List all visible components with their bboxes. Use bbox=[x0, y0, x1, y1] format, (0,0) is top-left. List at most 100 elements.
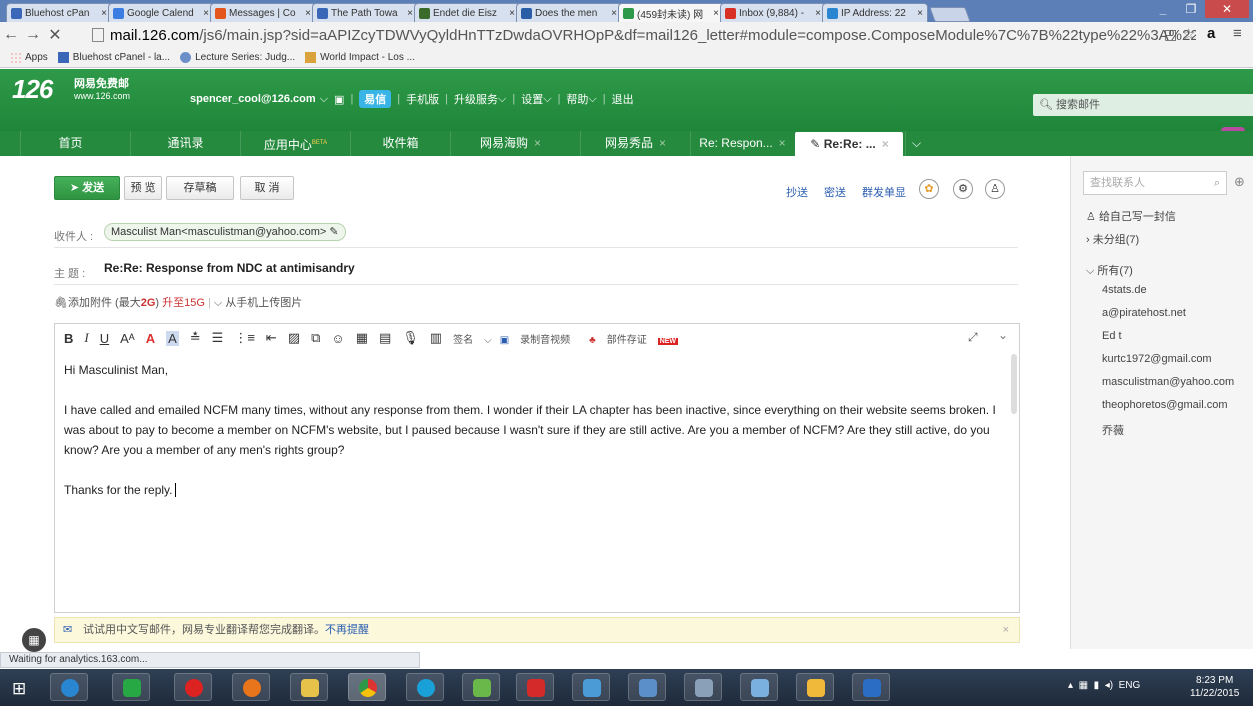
clock[interactable]: 8:23 PM 11/22/2015 bbox=[1190, 674, 1239, 700]
font-color-icon[interactable]: A bbox=[146, 331, 155, 346]
ie-icon[interactable] bbox=[50, 673, 88, 701]
signature-dropdown[interactable]: 签名 ⌵ bbox=[453, 331, 492, 346]
close-icon[interactable]: × bbox=[101, 8, 107, 19]
close-icon[interactable]: × bbox=[203, 8, 209, 19]
table-icon[interactable]: ▦ bbox=[356, 330, 368, 346]
expand-icon[interactable]: ⤢ bbox=[968, 330, 978, 345]
tab-inbox[interactable]: 收件箱 bbox=[350, 131, 450, 156]
edit-icon[interactable]: ✎ bbox=[329, 226, 338, 238]
user-account[interactable]: spencer_cool@126.com bbox=[190, 93, 316, 105]
tab-dropdown[interactable]: ⌵ bbox=[905, 131, 927, 156]
bookmark-apps[interactable]: Apps bbox=[10, 52, 48, 63]
close-icon[interactable]: × bbox=[917, 8, 923, 19]
image-icon[interactable]: ▨ bbox=[288, 330, 300, 346]
recipient-chip[interactable]: Masculist Man<masculistman@yahoo.com> ✎ bbox=[104, 223, 346, 241]
link-logout[interactable]: 退出 bbox=[612, 91, 634, 107]
tab-haigou[interactable]: 网易海购 × bbox=[450, 131, 570, 156]
monitor-icon[interactable] bbox=[628, 673, 666, 701]
contact-item[interactable]: Ed t bbox=[1102, 330, 1122, 342]
back-icon[interactable]: ← bbox=[0, 26, 22, 44]
yixin-button[interactable]: 易信 bbox=[359, 90, 392, 108]
acrobat-icon[interactable] bbox=[516, 673, 554, 701]
browser-tab[interactable]: Inbox (9,884) - × bbox=[720, 3, 826, 22]
apps-grid-icon[interactable]: ▦ bbox=[22, 628, 46, 652]
calendar-icon[interactable]: ▤ bbox=[379, 330, 391, 346]
close-icon[interactable]: × bbox=[407, 8, 413, 19]
no-remind-link[interactable]: 不再提醒 bbox=[325, 624, 369, 636]
contact-item[interactable]: masculistman@yahoo.com bbox=[1102, 376, 1234, 388]
template-icon[interactable]: ▥ bbox=[430, 330, 442, 346]
mail-search-input[interactable]: 🔍︎ 搜索邮件 bbox=[1033, 94, 1253, 116]
cancel-button[interactable]: 取 消 bbox=[240, 176, 294, 200]
translate-icon[interactable]: ◰ bbox=[1164, 26, 1177, 43]
bold-icon[interactable]: B bbox=[64, 331, 73, 346]
minimize-button[interactable]: _ bbox=[1149, 0, 1177, 18]
contact-search-input[interactable]: 查找联系人 ⌕ bbox=[1083, 171, 1227, 195]
contact-item[interactable]: 4stats.de bbox=[1102, 284, 1147, 296]
underline-icon[interactable]: U bbox=[100, 331, 109, 346]
cc-link[interactable]: 抄送 bbox=[786, 184, 808, 200]
forward-icon[interactable]: → bbox=[22, 26, 44, 44]
gear-icon[interactable]: ⚙ bbox=[953, 179, 973, 199]
emoji-icon[interactable]: ☺ bbox=[331, 331, 344, 346]
amazon-icon[interactable]: a bbox=[1207, 25, 1215, 42]
proof-button[interactable]: ♣ 部件存证 NEW bbox=[589, 331, 679, 346]
add-attachment-link[interactable]: 添加附件 bbox=[68, 297, 112, 309]
subject-input[interactable]: Re:Re: Response from NDC at antimisandry bbox=[104, 261, 355, 275]
browser-tab[interactable]: (459封未读) 网 × bbox=[618, 3, 724, 22]
message-body[interactable]: Hi Masculinist Man, I have called and em… bbox=[64, 360, 1004, 520]
browser-tab[interactable]: Bluehost cPan × bbox=[6, 3, 112, 22]
italic-icon[interactable]: I bbox=[84, 330, 88, 346]
mobile-upload-link[interactable]: 从手机上传图片 bbox=[225, 297, 302, 309]
contact-item[interactable]: a@piratehost.net bbox=[1102, 307, 1186, 319]
contact-item[interactable]: theophoretos@gmail.com bbox=[1102, 399, 1228, 411]
group-all[interactable]: ⌵ 所有(7) bbox=[1086, 262, 1133, 278]
battery-icon[interactable]: ▮ bbox=[1094, 680, 1100, 691]
tab-xiupin[interactable]: 网易秀品 × bbox=[580, 131, 690, 156]
browser-tab[interactable]: IP Address: 22 × bbox=[822, 3, 928, 22]
windows-start-icon[interactable]: ⊞ bbox=[12, 679, 26, 699]
align-icon[interactable]: ☰ bbox=[212, 330, 224, 346]
opera-icon[interactable] bbox=[174, 673, 212, 701]
list-icon[interactable]: ⋮≡ bbox=[234, 330, 255, 346]
document-icon[interactable] bbox=[852, 673, 890, 701]
record-video-button[interactable]: ▣ 录制音视频 bbox=[500, 331, 581, 346]
tab-app-center[interactable]: 应用中心BETA bbox=[240, 131, 350, 156]
notes-icon[interactable] bbox=[572, 673, 610, 701]
tab-compose-active[interactable]: ✎ Re:Re: ... × bbox=[795, 132, 903, 157]
upgrade-storage-link[interactable]: 升至15G bbox=[162, 297, 205, 309]
close-icon[interactable]: × bbox=[305, 8, 311, 19]
close-icon[interactable]: × bbox=[815, 8, 821, 19]
contact-item[interactable]: kurtc1972@gmail.com bbox=[1102, 353, 1212, 365]
chevron-up-icon[interactable]: ▴ bbox=[1068, 680, 1073, 691]
media-icon[interactable] bbox=[406, 673, 444, 701]
chrome-icon[interactable] bbox=[348, 673, 386, 701]
browser-tab[interactable]: The Path Towa × bbox=[312, 3, 418, 22]
network-icon[interactable]: ▦ bbox=[1079, 680, 1088, 691]
store-icon[interactable] bbox=[112, 673, 150, 701]
send-button[interactable]: ➤ 发送 bbox=[54, 176, 120, 200]
group-ungrouped[interactable]: › 未分组(7) bbox=[1086, 231, 1139, 247]
close-icon[interactable]: × bbox=[713, 8, 719, 19]
tab-contacts[interactable]: 通讯录 bbox=[130, 131, 240, 156]
browser-tab[interactable]: Does the men × bbox=[516, 3, 622, 22]
highlight-icon[interactable]: A bbox=[166, 330, 179, 346]
maximize-button[interactable]: ❐ bbox=[1177, 0, 1205, 18]
contact-item[interactable]: 乔薇 bbox=[1102, 422, 1124, 438]
screenshot-icon[interactable]: ⧉ bbox=[311, 330, 320, 346]
close-icon[interactable]: × bbox=[611, 8, 617, 19]
bookmark-world-impact[interactable]: World Impact - Los ... bbox=[305, 52, 415, 63]
stationery-icon[interactable]: ✿ bbox=[919, 179, 939, 199]
strike-icon[interactable]: ≛ bbox=[190, 330, 201, 346]
browser-tab[interactable]: Messages | Co × bbox=[210, 3, 316, 22]
tab-re-response[interactable]: Re: Respon... × bbox=[690, 131, 794, 156]
menu-icon[interactable]: ≡ bbox=[1233, 25, 1242, 42]
stop-icon[interactable]: ✕ bbox=[44, 25, 66, 45]
editor-scrollbar[interactable] bbox=[1011, 354, 1017, 414]
link-upgrade[interactable]: 升级服务 bbox=[454, 91, 498, 107]
people-icon[interactable] bbox=[462, 673, 500, 701]
indent-icon[interactable]: ⇤ bbox=[266, 330, 277, 346]
preview-button[interactable]: 预 览 bbox=[124, 176, 162, 200]
qr-code-icon[interactable]: ▣ bbox=[334, 93, 344, 106]
bcc-link[interactable]: 密送 bbox=[824, 184, 846, 200]
